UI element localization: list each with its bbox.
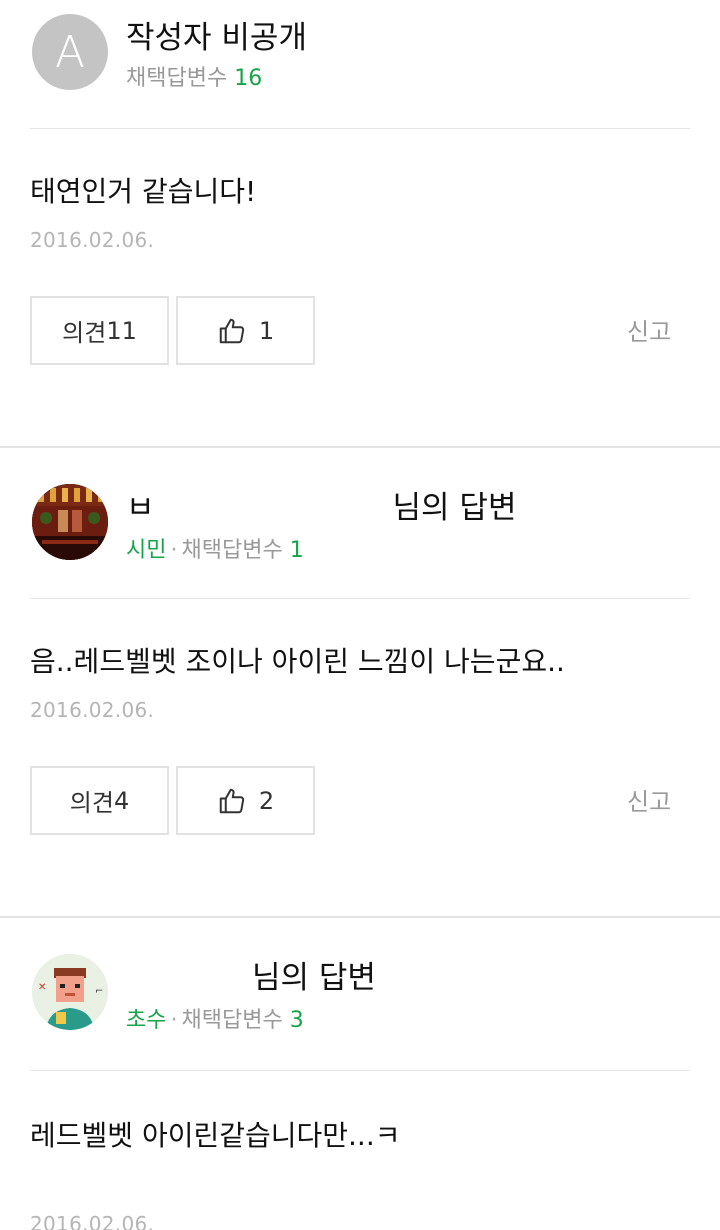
author-name-suffix: 님의 답변	[392, 490, 517, 526]
answer-date: 2016.02.06.	[30, 698, 155, 722]
avatar-letter: A	[54, 26, 86, 78]
divider	[30, 128, 690, 129]
author-name[interactable]: 님의 답변	[126, 952, 376, 997]
report-link[interactable]: 신고	[627, 312, 671, 347]
avatar[interactable]: A	[32, 14, 108, 90]
divider	[30, 1070, 690, 1071]
thumbs-up-icon	[219, 318, 245, 343]
avatar[interactable]: ✕ ⌐	[32, 954, 108, 1030]
author-name-suffix: 님의 답변	[252, 960, 376, 996]
author-meta: 시민 · 채택답변수 1	[126, 538, 304, 563]
opinion-button[interactable]: 의견 11	[30, 296, 169, 365]
answer-card: ✕ ⌐ 님의 답변 초수 · 채택답변수 3 레드벨벳 아이린같습니다만...ㅋ 2…	[0, 918, 720, 1230]
avatar[interactable]	[32, 484, 108, 560]
accepted-label: 채택답변수	[181, 538, 283, 563]
thumbs-up-icon	[219, 788, 245, 813]
answer-content: 음..레드벨벳 조이나 아이린 느낌이 나는군요..	[30, 645, 565, 678]
like-button[interactable]: 1	[176, 296, 315, 365]
opinion-label: 의견	[62, 319, 107, 347]
avatar-image: ✕ ⌐	[32, 954, 108, 1030]
avatar-image	[32, 484, 108, 560]
divider	[30, 598, 690, 599]
answer-card: ㅂ 님의 답변 시민 · 채택답변수 1 음..레드벨벳 조이나 아이린 느낌이 나는…	[0, 448, 720, 916]
accepted-count: 1	[289, 538, 304, 563]
accepted-label: 채택답변수	[126, 66, 228, 91]
author-name-prefix: ㅂ	[126, 490, 155, 526]
author-name[interactable]: 작성자 비공개	[126, 12, 307, 57]
opinion-label: 의견	[69, 789, 114, 817]
like-button[interactable]: 2	[176, 766, 315, 835]
author-meta: 채택답변수 16	[126, 60, 262, 92]
svg-text:✕: ✕	[38, 982, 46, 993]
opinion-count: 4	[113, 786, 130, 815]
answer-date: 2016.02.06.	[30, 1212, 155, 1230]
accepted-count: 16	[234, 66, 263, 91]
opinion-button[interactable]: 의견 4	[30, 766, 169, 835]
accepted-label: 채택답변수	[181, 1008, 283, 1033]
report-link[interactable]: 신고	[627, 782, 671, 817]
opinion-count: 11	[106, 316, 137, 345]
svg-text:⌐: ⌐	[95, 986, 103, 997]
grade-badge: 초수	[126, 1008, 167, 1033]
answer-date: 2016.02.06.	[30, 228, 155, 252]
accepted-count: 3	[289, 1008, 304, 1033]
author-meta: 초수 · 채택답변수 3	[126, 1008, 304, 1033]
grade-badge: 시민	[126, 538, 167, 563]
like-count: 2	[258, 786, 275, 815]
author-name[interactable]: ㅂ 님의 답변	[126, 482, 516, 527]
like-count: 1	[258, 316, 275, 345]
answer-content: 태연인거 같습니다!	[30, 175, 257, 208]
answer-card: A 작성자 비공개 채택답변수 16 태연인거 같습니다! 2016.02.06…	[0, 0, 720, 446]
answer-content: 레드벨벳 아이린같습니다만...ㅋ	[30, 1119, 401, 1152]
